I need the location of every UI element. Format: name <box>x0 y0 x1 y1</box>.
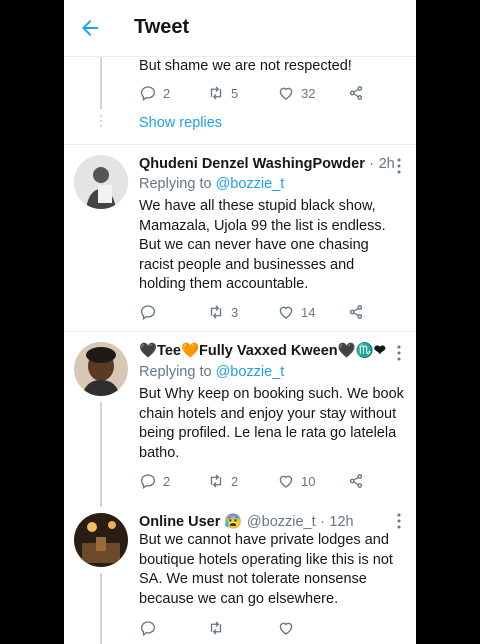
tweet-item[interactable]: Qhudeni Denzel WashingPowder · 2h Replyi… <box>64 145 416 332</box>
more-options-icon[interactable] <box>392 344 406 362</box>
retweet-icon <box>210 86 222 100</box>
share-icon <box>349 86 363 100</box>
back-arrow-icon[interactable] <box>78 16 102 40</box>
reply-button[interactable] <box>139 303 163 321</box>
heart-icon <box>279 87 293 100</box>
replying-to: Replying to @bozzie_t <box>139 175 284 195</box>
share-button[interactable] <box>347 472 371 490</box>
tweet-top-partial[interactable]: But shame we are not respected! 2 5 32 S… <box>64 57 416 145</box>
thread-line <box>100 573 102 644</box>
share-button[interactable] <box>347 303 371 321</box>
timestamp: 12h <box>329 514 354 530</box>
page-title: Tweet <box>134 16 190 38</box>
avatar[interactable] <box>74 513 128 567</box>
like-count: 10 <box>301 473 316 489</box>
replying-handle[interactable]: @bozzie_t <box>216 176 285 192</box>
reply-button[interactable] <box>139 619 163 637</box>
retweet-button[interactable] <box>207 619 231 637</box>
like-count: 14 <box>301 304 316 320</box>
tweet-actions: 2 5 32 <box>139 84 379 104</box>
thread-line <box>100 57 102 109</box>
retweet-count: 5 <box>231 85 239 101</box>
tweet-item[interactable]: 🖤Tee🧡Fully Vaxxed Kween🖤♏❤ Replying to @… <box>64 332 416 507</box>
reply-button[interactable]: 2 <box>139 472 170 490</box>
top-bar: Tweet <box>64 0 416 57</box>
handle[interactable]: @bozzie_t <box>247 514 316 530</box>
tweet-text: We have all these stupid black show, Mam… <box>139 198 386 292</box>
thread-dot <box>100 115 102 117</box>
thread-dot <box>100 120 102 122</box>
avatar-image <box>74 513 128 567</box>
tweet-text: But we cannot have private lodges and bo… <box>139 532 393 607</box>
reply-icon <box>140 474 156 490</box>
more-options-icon[interactable] <box>392 512 406 530</box>
retweet-count: 2 <box>231 473 239 489</box>
share-icon <box>349 474 363 488</box>
separator: · <box>369 156 375 172</box>
avatar-image <box>74 155 128 209</box>
replying-label: Replying to <box>139 364 216 380</box>
retweet-button[interactable]: 2 <box>207 472 238 490</box>
reply-count: 2 <box>163 85 171 101</box>
heart-icon <box>279 306 293 319</box>
retweet-button[interactable]: 3 <box>207 303 238 321</box>
replying-handle[interactable]: @bozzie_t <box>216 364 285 380</box>
share-icon <box>349 305 363 319</box>
separator: · <box>320 514 325 530</box>
tweet-item[interactable]: Online User 😰 @bozzie_t · 12h But we can… <box>64 507 416 644</box>
like-count: 32 <box>301 85 316 101</box>
thread-dot <box>100 125 102 127</box>
tweet-header: Qhudeni Denzel WashingPowder · 2h <box>139 155 395 173</box>
replying-label: Replying to <box>139 176 216 192</box>
tweet-header: 🖤Tee🧡Fully Vaxxed Kween🖤♏❤ <box>139 342 386 360</box>
like-button[interactable]: 32 <box>277 84 315 102</box>
tweet-text: But shame we are not respected! <box>139 58 352 74</box>
avatar[interactable] <box>74 342 128 396</box>
retweet-icon <box>210 474 222 488</box>
heart-icon <box>279 475 293 488</box>
display-name[interactable]: Qhudeni Denzel WashingPowder <box>139 156 365 172</box>
retweet-icon <box>210 305 222 319</box>
replying-to: Replying to @bozzie_t <box>139 363 284 383</box>
avatar[interactable] <box>74 155 128 209</box>
retweet-button[interactable]: 5 <box>207 84 238 102</box>
more-options-icon[interactable] <box>392 157 406 175</box>
avatar-image <box>74 342 128 396</box>
reply-icon <box>140 305 156 321</box>
thread-line <box>100 402 102 507</box>
display-name[interactable]: 🖤Tee🧡Fully Vaxxed Kween🖤♏❤ <box>139 343 386 359</box>
retweet-count: 3 <box>231 304 239 320</box>
like-button[interactable]: 10 <box>277 472 315 490</box>
retweet-icon <box>210 621 222 635</box>
tweet-actions <box>139 619 379 639</box>
like-button[interactable] <box>277 619 301 637</box>
share-button[interactable] <box>347 84 371 102</box>
reply-icon <box>140 621 156 637</box>
like-button[interactable]: 14 <box>277 303 315 321</box>
show-replies-link[interactable]: Show replies <box>139 115 222 131</box>
tweet-header: Online User 😰 @bozzie_t · 12h <box>139 513 354 531</box>
reply-count: 2 <box>163 473 171 489</box>
display-name[interactable]: Online User 😰 <box>139 514 242 530</box>
tweet-text: But Why keep on booking such. We book ch… <box>139 386 404 461</box>
reply-button[interactable]: 2 <box>139 84 170 102</box>
tweet-screen: Tweet But shame we are not respected! 2 … <box>64 0 416 644</box>
heart-icon <box>279 622 293 635</box>
tweet-actions: 2 2 10 <box>139 472 379 492</box>
reply-icon <box>140 86 156 102</box>
tweet-actions: 3 14 <box>139 303 379 323</box>
